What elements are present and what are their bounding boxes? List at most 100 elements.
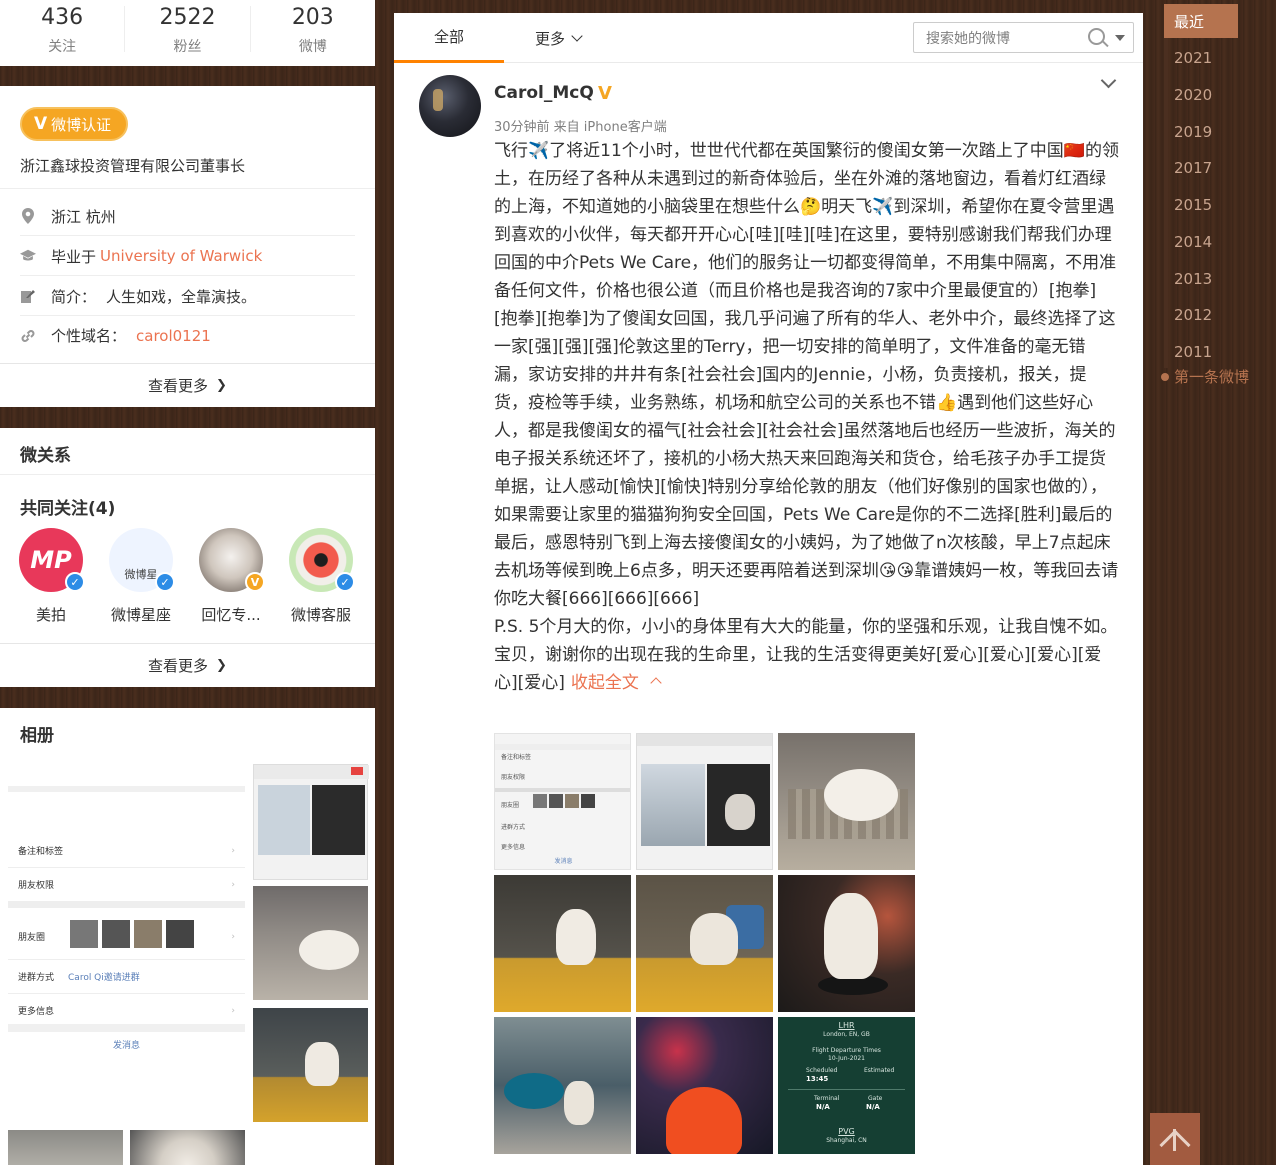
chevron-right-icon: ❯ <box>216 658 227 673</box>
relations-more-button[interactable]: 查看更多 ❯ <box>0 643 375 687</box>
domain-link[interactable]: carol0121 <box>136 327 211 345</box>
album-photo-dog-bed[interactable] <box>253 886 368 1000</box>
album-card: 相册 备注和标签 › 朋友权限 › 朋友圈 › 进群方式 Carol Qi邀请进群 … <box>0 708 375 1165</box>
profile-more-button[interactable]: 查看更多 ❯ <box>0 363 375 407</box>
album-photo-dog-stand[interactable] <box>253 1008 368 1122</box>
blue-verified-icon: ✓ <box>65 572 85 592</box>
orange-verified-icon: V <box>245 572 265 592</box>
school-link[interactable]: University of Warwick <box>100 247 262 265</box>
photo-text: 发消息 <box>554 858 573 865</box>
verified-icon: V <box>34 114 48 134</box>
stat-number: 203 <box>291 5 334 30</box>
album-photo-dog-face[interactable] <box>130 1130 245 1165</box>
stat-followers[interactable]: 2522 粉丝 <box>125 5 251 55</box>
post-photo-dog-window[interactable] <box>494 875 631 1012</box>
search-icon[interactable] <box>1088 28 1105 45</box>
post-photo-flight-board[interactable]: LHR London, EN, GB Flight Departure Time… <box>778 1017 915 1154</box>
flight-scheduled: Scheduled <box>806 1067 838 1074</box>
stat-number: 2522 <box>159 5 216 30</box>
profile-stats: 436 关注 2522 粉丝 203 微博 <box>0 0 375 66</box>
bio-label: 简介： <box>51 287 97 306</box>
timeline-2011[interactable]: 2011 <box>1164 335 1238 369</box>
album-shot-row: 朋友权限 › <box>8 868 245 902</box>
timeline-2012[interactable]: 2012 <box>1164 298 1238 332</box>
location-text: 浙江 杭州 <box>51 207 116 226</box>
divider <box>0 474 375 475</box>
timeline-2017[interactable]: 2017 <box>1164 151 1238 185</box>
post-paragraph: 飞行✈️了将近11个小时，世世代代都在英国繁衍的傻闺女第一次踏上了中国🇨🇳的领土… <box>494 141 1119 609</box>
search-dropdown-icon[interactable] <box>1115 35 1125 41</box>
timeline-2015[interactable]: 2015 <box>1164 188 1238 222</box>
post-menu-chevron-icon[interactable] <box>1100 75 1118 93</box>
album-shot-row: 备注和标签 › <box>8 834 245 868</box>
post-photo-night-city[interactable] <box>636 1017 773 1154</box>
tab-more[interactable]: 更多 <box>518 13 598 63</box>
timeline-2014[interactable]: 2014 <box>1164 225 1238 259</box>
flight-title: Flight Departure Times <box>812 1047 881 1054</box>
row-label: 朋友权限 <box>18 881 55 891</box>
album-shot-row: 进群方式 Carol Qi邀请进群 <box>8 960 245 994</box>
main-feed: 全部 更多 搜索她的微博 Carol_McQ V 30分钟前 来自 iPhone… <box>394 13 1143 1165</box>
back-to-top-button[interactable] <box>1150 1113 1200 1165</box>
common-follow-list: MP ✓ 美拍 微博星 ✓ 微博星座 V 回忆专... ✓ 微博客服 <box>6 528 366 625</box>
timeline-2020[interactable]: 2020 <box>1164 78 1238 112</box>
friend-name: 美拍 <box>35 606 66 624</box>
education-prefix: 毕业于 <box>51 247 97 266</box>
friend-name: 微博客服 <box>290 606 351 624</box>
row-label: 进群方式 <box>18 973 55 983</box>
flight-from: LHR <box>838 1021 855 1030</box>
post-photo-dog-room[interactable] <box>636 875 773 1012</box>
info-location: 浙江 杭州 <box>20 197 355 236</box>
photo-text: 朋友权限 <box>501 774 526 781</box>
friend-meipai[interactable]: MP ✓ 美拍 <box>6 528 96 625</box>
timeline-2013[interactable]: 2013 <box>1164 262 1238 296</box>
stat-label: 关注 <box>48 39 77 55</box>
verified-icon: V <box>598 83 612 104</box>
timeline-2021[interactable]: 2021 <box>1164 41 1238 75</box>
collapse-text-button[interactable]: 收起全文 <box>571 673 662 693</box>
friend-memory[interactable]: V 回忆专... <box>186 528 276 625</box>
relations-title: 微关系 <box>20 446 71 466</box>
graduation-cap-icon <box>20 248 36 264</box>
stat-label: 微博 <box>298 39 327 55</box>
album-photo-app[interactable] <box>253 764 369 880</box>
post-photo-dog-floor[interactable] <box>494 1017 631 1154</box>
common-follow-title: 共同关注(4) <box>20 499 116 519</box>
flight-date: 10-Jun-2021 <box>828 1055 865 1062</box>
row-label: 朋友圈 <box>18 933 46 943</box>
send-message-text: 发消息 <box>112 1041 140 1051</box>
post-author-avatar[interactable] <box>419 75 481 137</box>
friend-name: 微博星座 <box>110 606 171 624</box>
stat-following[interactable]: 436 关注 <box>0 5 126 55</box>
timeline-recent[interactable]: 最近 <box>1164 4 1238 38</box>
year-timeline: 最近 2021 2020 2019 2017 2015 2014 2013 20… <box>1161 0 1276 400</box>
timeline-2019[interactable]: 2019 <box>1164 115 1238 149</box>
stat-posts[interactable]: 203 微博 <box>251 5 375 56</box>
album-title: 相册 <box>20 726 54 746</box>
tab-all[interactable]: 全部 <box>394 13 504 63</box>
post-photo-grid: 备注和标签 朋友权限 朋友圈 进群方式 更多信息 发消息 LHR London,… <box>494 733 924 1154</box>
feed-tabs: 全部 更多 搜索她的微博 <box>394 13 1143 63</box>
timeline-first-post[interactable]: 第一条微博 <box>1174 366 1249 387</box>
weibo-verified-badge[interactable]: V 微博认证 <box>20 107 128 141</box>
post-photo-dog-table[interactable] <box>778 875 915 1012</box>
info-domain: 个性域名： carol0121 <box>20 316 355 355</box>
flight-gate: Gate <box>868 1095 883 1102</box>
photo-text: 进群方式 <box>501 824 526 831</box>
friend-weibo-service[interactable]: ✓ 微博客服 <box>276 528 366 625</box>
post-author-name[interactable]: Carol_McQ <box>494 83 594 103</box>
search-input[interactable]: 搜索她的微博 <box>913 22 1134 53</box>
flight-to: PVG <box>838 1127 855 1136</box>
chevron-right-icon: ❯ <box>216 378 227 393</box>
post-photo-app[interactable] <box>636 733 773 870</box>
tab-label: 更多 <box>534 29 565 48</box>
photo-text: 备注和标签 <box>501 754 532 761</box>
post-photo-dog-bed[interactable] <box>778 733 915 870</box>
album-photo-dog-small[interactable] <box>8 1130 123 1165</box>
post-photo-screenshot[interactable]: 备注和标签 朋友权限 朋友圈 进群方式 更多信息 发消息 <box>494 733 631 870</box>
friend-weibo-xingzuo[interactable]: 微博星 ✓ 微博星座 <box>96 528 186 625</box>
album-photo-screenshot[interactable]: 备注和标签 › 朋友权限 › 朋友圈 › 进群方式 Carol Qi邀请进群 更多信… <box>8 756 245 1126</box>
stat-number: 436 <box>41 5 84 30</box>
info-education: 毕业于 University of Warwick <box>20 237 355 276</box>
photo-text: 朋友圈 <box>501 802 520 809</box>
